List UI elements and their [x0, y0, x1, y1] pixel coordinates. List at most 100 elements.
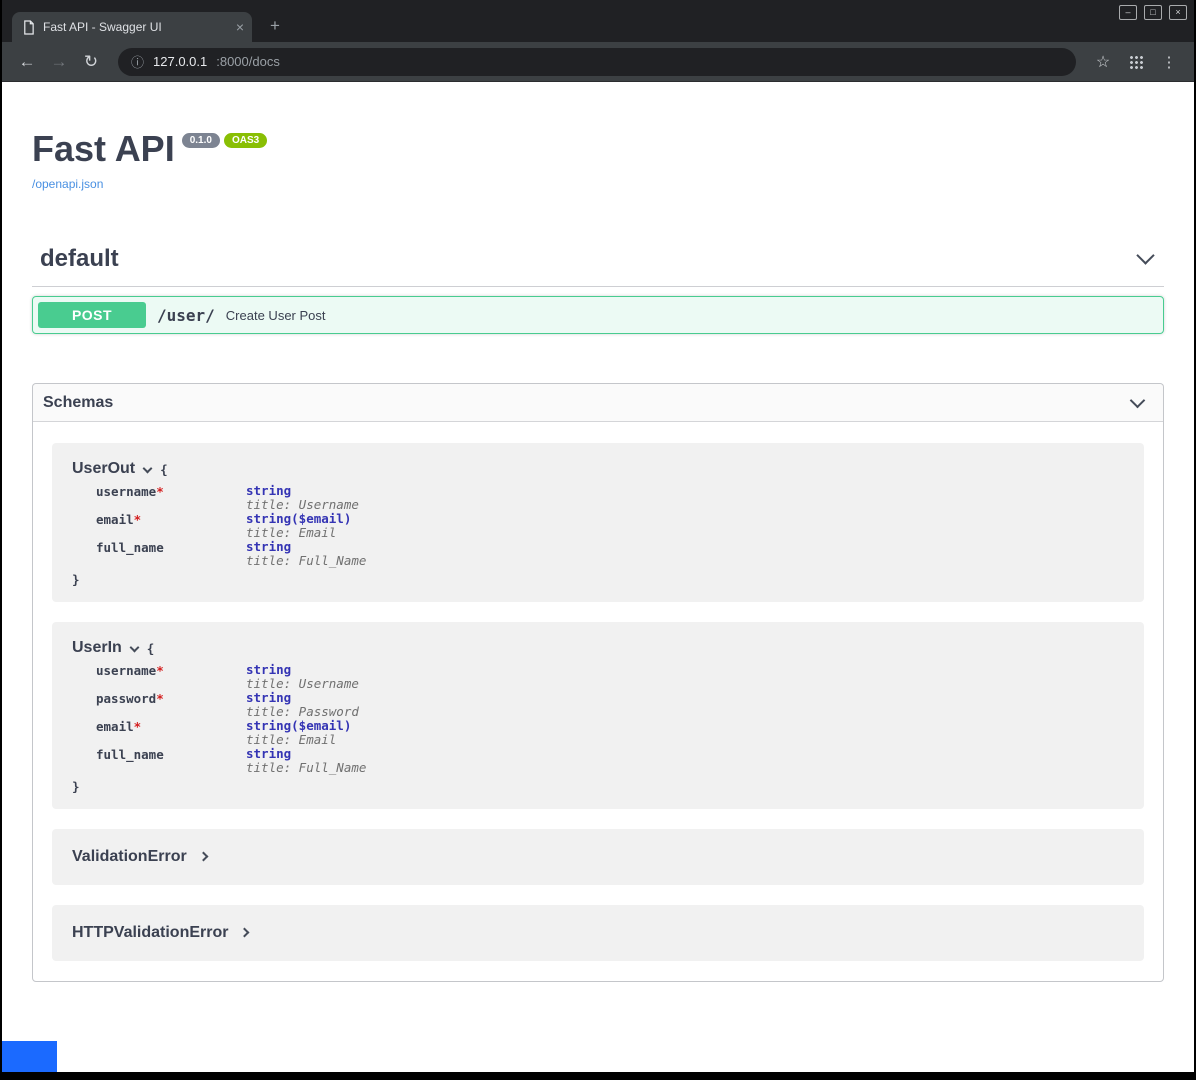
property-detail: string title: Username	[246, 484, 359, 512]
property-type: string	[246, 663, 359, 677]
brace-close: }	[72, 572, 1124, 587]
schema-property: password* string title: Password	[96, 691, 1124, 719]
window-minimize-button[interactable]: –	[1119, 5, 1137, 20]
page-title: Fast API 0.1.0 OAS3	[32, 128, 1164, 170]
chevron-down-icon[interactable]	[1136, 246, 1154, 264]
back-button[interactable]: ←	[14, 52, 40, 72]
swagger-page: Fast API 0.1.0 OAS3 /openapi.json defaul…	[2, 82, 1194, 1072]
url-host: 127.0.0.1	[153, 54, 207, 69]
api-title-text: Fast API	[32, 128, 175, 170]
required-asterisk: *	[156, 484, 164, 499]
property-detail: string title: Full_Name	[246, 540, 366, 568]
property-type: string($email)	[246, 719, 351, 733]
post-method-badge: POST	[38, 302, 146, 328]
property-type: string	[246, 540, 366, 554]
browser-window: Fast API - Swagger UI × + – □ × ← → ↻ ⓘ …	[0, 0, 1196, 1080]
browser-menu-button[interactable]: ⋮	[1156, 53, 1182, 71]
property-name: email*	[96, 512, 246, 540]
site-info-icon[interactable]: ⓘ	[131, 52, 144, 71]
schemas-label: Schemas	[43, 394, 113, 412]
model-collapse-icon[interactable]	[129, 642, 139, 652]
url-path: :8000/docs	[216, 54, 280, 69]
endpoint-post-user[interactable]: POST /user/ Create User Post	[32, 296, 1164, 334]
property-detail: string title: Password	[246, 691, 359, 719]
model-properties: username* string title: Username email* …	[72, 481, 1124, 572]
property-title: title: Username	[246, 498, 359, 512]
model-name: HTTPValidationError	[72, 921, 228, 945]
new-tab-button[interactable]: +	[262, 13, 288, 39]
api-badges: 0.1.0 OAS3	[182, 133, 267, 148]
model-name: UserIn	[72, 636, 122, 660]
property-name: password*	[96, 691, 246, 719]
browser-tab[interactable]: Fast API - Swagger UI ×	[12, 12, 252, 42]
tab-close-icon[interactable]: ×	[236, 20, 244, 34]
schema-property: full_name string title: Full_Name	[96, 747, 1124, 775]
openapi-spec-link[interactable]: /openapi.json	[32, 177, 103, 191]
bookmark-star-icon[interactable]: ☆	[1090, 52, 1116, 72]
property-name: full_name	[96, 747, 246, 775]
version-badge: 0.1.0	[182, 133, 220, 148]
property-name: username*	[96, 663, 246, 691]
model-name: UserOut	[72, 457, 135, 481]
page-favicon-icon	[22, 20, 35, 35]
property-type: string	[246, 747, 366, 761]
schema-property: email* string($email) title: Email	[96, 512, 1124, 540]
model-collapse-icon[interactable]	[143, 463, 153, 473]
api-info-block: Fast API 0.1.0 OAS3 /openapi.json	[32, 82, 1164, 193]
window-maximize-button[interactable]: □	[1144, 5, 1162, 20]
tag-label: default	[40, 245, 119, 273]
model-name: ValidationError	[72, 845, 187, 869]
address-bar[interactable]: ⓘ 127.0.0.1 :8000/docs	[118, 48, 1076, 76]
property-detail: string($email) title: Email	[246, 719, 351, 747]
model-properties: username* string title: Username passwor…	[72, 660, 1124, 779]
schemas-header[interactable]: Schemas	[33, 384, 1163, 422]
property-name: full_name	[96, 540, 246, 568]
brace-open: {	[160, 462, 168, 477]
property-detail: string title: Full_Name	[246, 747, 366, 775]
chevron-down-icon[interactable]	[1130, 392, 1146, 408]
status-popup	[2, 1041, 57, 1072]
model-httpvalidationerror[interactable]: HTTPValidationError	[52, 905, 1144, 961]
property-type: string($email)	[246, 512, 351, 526]
property-type: string	[246, 484, 359, 498]
model-userout: UserOut { username* string title: Userna…	[52, 443, 1144, 602]
apps-icon[interactable]	[1129, 55, 1143, 69]
model-userin-toggle[interactable]: UserIn {	[72, 636, 1124, 660]
required-asterisk: *	[156, 691, 164, 706]
tag-section-default[interactable]: default	[32, 245, 1164, 287]
browser-titlebar: Fast API - Swagger UI × + – □ ×	[2, 0, 1194, 42]
property-title: title: Email	[246, 526, 351, 540]
forward-button[interactable]: →	[46, 52, 72, 72]
window-controls: – □ ×	[1119, 5, 1187, 20]
schemas-body: UserOut { username* string title: Userna…	[33, 422, 1163, 981]
model-userin: UserIn { username* string title: Usernam…	[52, 622, 1144, 809]
property-detail: string($email) title: Email	[246, 512, 351, 540]
required-asterisk: *	[134, 719, 142, 734]
browser-toolbar: ← → ↻ ⓘ 127.0.0.1 :8000/docs ☆ ⋮	[2, 42, 1194, 82]
property-title: title: Full_Name	[246, 761, 366, 775]
property-name: email*	[96, 719, 246, 747]
schema-property: username* string title: Username	[96, 484, 1124, 512]
brace-close: }	[72, 779, 1124, 794]
chevron-right-icon[interactable]	[198, 851, 208, 861]
property-title: title: Email	[246, 733, 351, 747]
endpoint-summary: Create User Post	[226, 308, 326, 323]
model-validationerror[interactable]: ValidationError	[52, 829, 1144, 885]
chevron-right-icon[interactable]	[240, 927, 250, 937]
reload-button[interactable]: ↻	[78, 52, 104, 72]
property-name: username*	[96, 484, 246, 512]
property-detail: string title: Username	[246, 663, 359, 691]
window-close-button[interactable]: ×	[1169, 5, 1187, 20]
required-asterisk: *	[134, 512, 142, 527]
schema-property: full_name string title: Full_Name	[96, 540, 1124, 568]
property-title: title: Username	[246, 677, 359, 691]
required-asterisk: *	[156, 663, 164, 678]
schemas-section: Schemas UserOut { username* s	[32, 383, 1164, 982]
model-userout-toggle[interactable]: UserOut {	[72, 457, 1124, 481]
property-title: title: Full_Name	[246, 554, 366, 568]
tab-title: Fast API - Swagger UI	[43, 20, 228, 34]
property-type: string	[246, 691, 359, 705]
brace-open: {	[147, 641, 155, 656]
endpoint-path: /user/	[157, 306, 215, 325]
schema-property: email* string($email) title: Email	[96, 719, 1124, 747]
